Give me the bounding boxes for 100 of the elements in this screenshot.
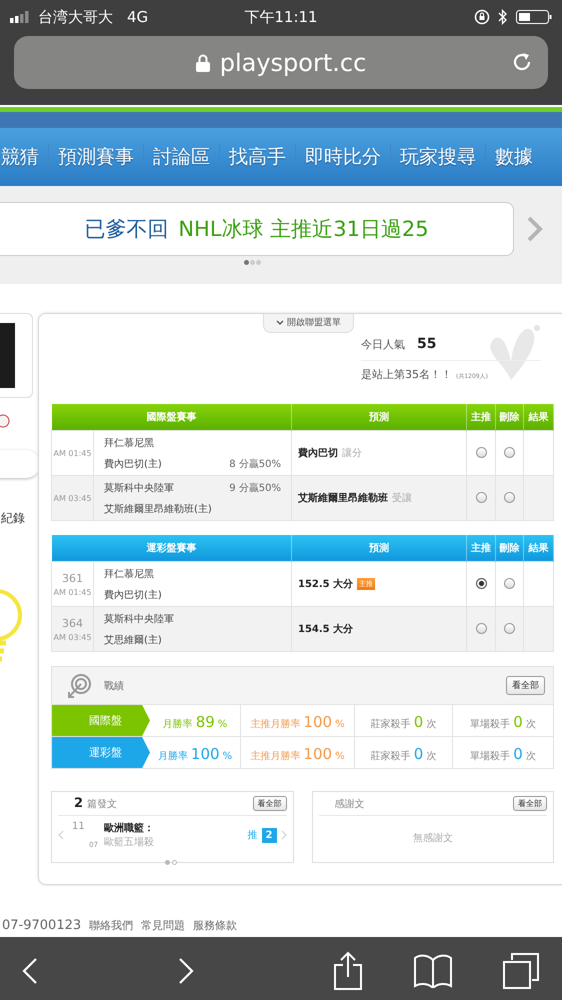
pager-dot[interactable] (250, 260, 255, 265)
market-label: 國際盤 (52, 705, 150, 736)
nav-link[interactable]: 討論區 (143, 144, 219, 170)
stat-text: 月勝率 89 % (162, 712, 228, 733)
nav-link[interactable]: 玩家搜尋 (390, 144, 485, 170)
nav-link[interactable]: 即時比分 (295, 144, 390, 170)
game-time: AM 01:45 (54, 448, 92, 458)
lock-icon (196, 54, 210, 72)
recommend-radio[interactable] (476, 447, 486, 458)
post-subtitle: 歐籃五場殺 (104, 836, 154, 849)
post-title[interactable]: 歐洲職籃： (104, 821, 154, 835)
prediction-pick: 艾斯維爾里昂維勒班 (298, 492, 388, 505)
handicap-note: 8 分贏50% (229, 458, 281, 470)
empty-message: 無感謝文 (412, 832, 454, 845)
column-header: 主推 (471, 543, 491, 554)
team-name: 拜仁慕尼黑 (104, 436, 154, 450)
promo-author: 已爹不回 (84, 216, 168, 243)
team-name: 艾斯維爾里昂維勒班(主) (104, 502, 212, 516)
league-menu-tab[interactable]: 開啟聯盟選單 (263, 314, 354, 333)
prediction-pick: 152.5 大分 (298, 578, 354, 591)
game-time: AM 03:45 (54, 494, 92, 502)
pager-dot[interactable] (165, 860, 170, 865)
game-number: 361 (61, 572, 84, 584)
delete-radio[interactable] (504, 447, 515, 458)
posts-label: 篇發文 (87, 798, 118, 810)
view-all-button[interactable]: 看全部 (513, 796, 547, 811)
column-header: 結果 (528, 412, 548, 423)
popularity-label: 今日人氣 (361, 337, 405, 352)
recommend-radio[interactable] (476, 492, 486, 504)
column-header: 刪除 (500, 543, 520, 554)
view-all-button[interactable]: 看全部 (252, 796, 286, 811)
stat-text: 主推月勝率 100 % (240, 737, 354, 768)
pager-dot[interactable] (172, 860, 177, 865)
game-time: AM 01:45 (54, 588, 92, 596)
prediction-type: 受讓 (392, 492, 412, 505)
game-number: 364 (61, 616, 84, 630)
bookmarks-icon[interactable] (412, 954, 452, 988)
prediction-pick: 費內巴切 (298, 446, 338, 460)
bluetooth-icon (498, 9, 508, 25)
caret-icon (276, 320, 284, 326)
team-name: 莫斯科中央陸軍 (104, 612, 174, 626)
recommend-radio[interactable] (476, 623, 486, 634)
share-icon[interactable] (333, 950, 363, 990)
team-name: 費內巴切(主) (104, 588, 162, 602)
team-name: 莫斯科中央陸軍 (104, 482, 174, 494)
push-label: 推 (248, 829, 258, 842)
promo-banner[interactable]: 已爹不回 NHL冰球 主推近31日過25 (0, 202, 514, 256)
footer-link[interactable]: 服務條款 (193, 918, 238, 933)
handicap-note: 9 分贏50% (229, 482, 281, 494)
view-all-button[interactable]: 看全部 (506, 676, 545, 695)
address-bar[interactable]: playsport.cc (14, 36, 548, 89)
chevron-right-icon[interactable] (280, 830, 286, 840)
chevron-left-icon[interactable] (58, 830, 64, 840)
nav-link[interactable]: 數據 (485, 144, 542, 170)
prediction-pick: 154.5 大分 (298, 622, 354, 636)
target-icon (66, 672, 92, 698)
battery-icon (516, 9, 552, 25)
tabs-icon[interactable] (502, 952, 540, 990)
column-header: 結果 (528, 543, 548, 554)
column-header: 預測 (369, 412, 389, 423)
post-count: 2 (74, 796, 84, 811)
delete-radio[interactable] (504, 492, 515, 504)
post-month: 11 (72, 821, 85, 832)
footer-link[interactable]: 聯絡我們 (89, 918, 134, 933)
record-label[interactable]: 紀錄 (1, 510, 38, 527)
team-name: 費內巴切(主) (104, 458, 162, 470)
game-time: AM 03:45 (54, 632, 92, 642)
push-count: 2 (262, 828, 276, 842)
url-text: playsport.cc (220, 48, 366, 76)
back-icon[interactable] (22, 956, 38, 984)
carrier-name: 台湾大哥大 (38, 8, 113, 26)
pager-dot[interactable] (256, 260, 261, 265)
forward-icon[interactable] (178, 956, 194, 984)
record-title: 戰績 (104, 680, 124, 692)
popularity-count: 55 (417, 336, 436, 352)
nav-link[interactable]: 找高手 (219, 144, 295, 170)
market-label: 運彩盤 (52, 737, 150, 768)
network-type: 4G (127, 8, 148, 26)
column-header: 主推 (471, 412, 491, 423)
thanks-title: 感謝文 (334, 798, 364, 810)
nav-link[interactable]: 預測賽事 (48, 144, 143, 170)
delete-radio[interactable] (504, 578, 515, 590)
delete-radio[interactable] (504, 623, 515, 634)
column-header: 預測 (369, 543, 389, 554)
team-name: 拜仁慕尼黑 (104, 568, 154, 580)
clock-time: 下午11:11 (244, 8, 318, 26)
prediction-type: 讓分 (342, 446, 362, 460)
recommend-radio[interactable] (476, 578, 486, 590)
stat-text: 單場殺手 0 次 (452, 737, 553, 768)
pager-dot[interactable] (244, 260, 249, 265)
rank-text: 是站上第35名！！ (361, 367, 452, 382)
chevron-right-icon[interactable] (526, 215, 544, 243)
nav-link[interactable]: 競猜 (0, 144, 48, 170)
phone-number: 07-9700123 (2, 918, 82, 933)
team-name: 艾思維爾(主) (104, 634, 162, 646)
stat-text: 莊家殺手 0 次 (354, 737, 452, 768)
footer-link[interactable]: 常見問題 (141, 918, 186, 933)
promo-headline: NHL冰球 主推近31日過25 (178, 216, 429, 243)
column-header: 國際盤賽事 (146, 412, 196, 423)
column-header: 運彩盤賽事 (146, 543, 196, 554)
